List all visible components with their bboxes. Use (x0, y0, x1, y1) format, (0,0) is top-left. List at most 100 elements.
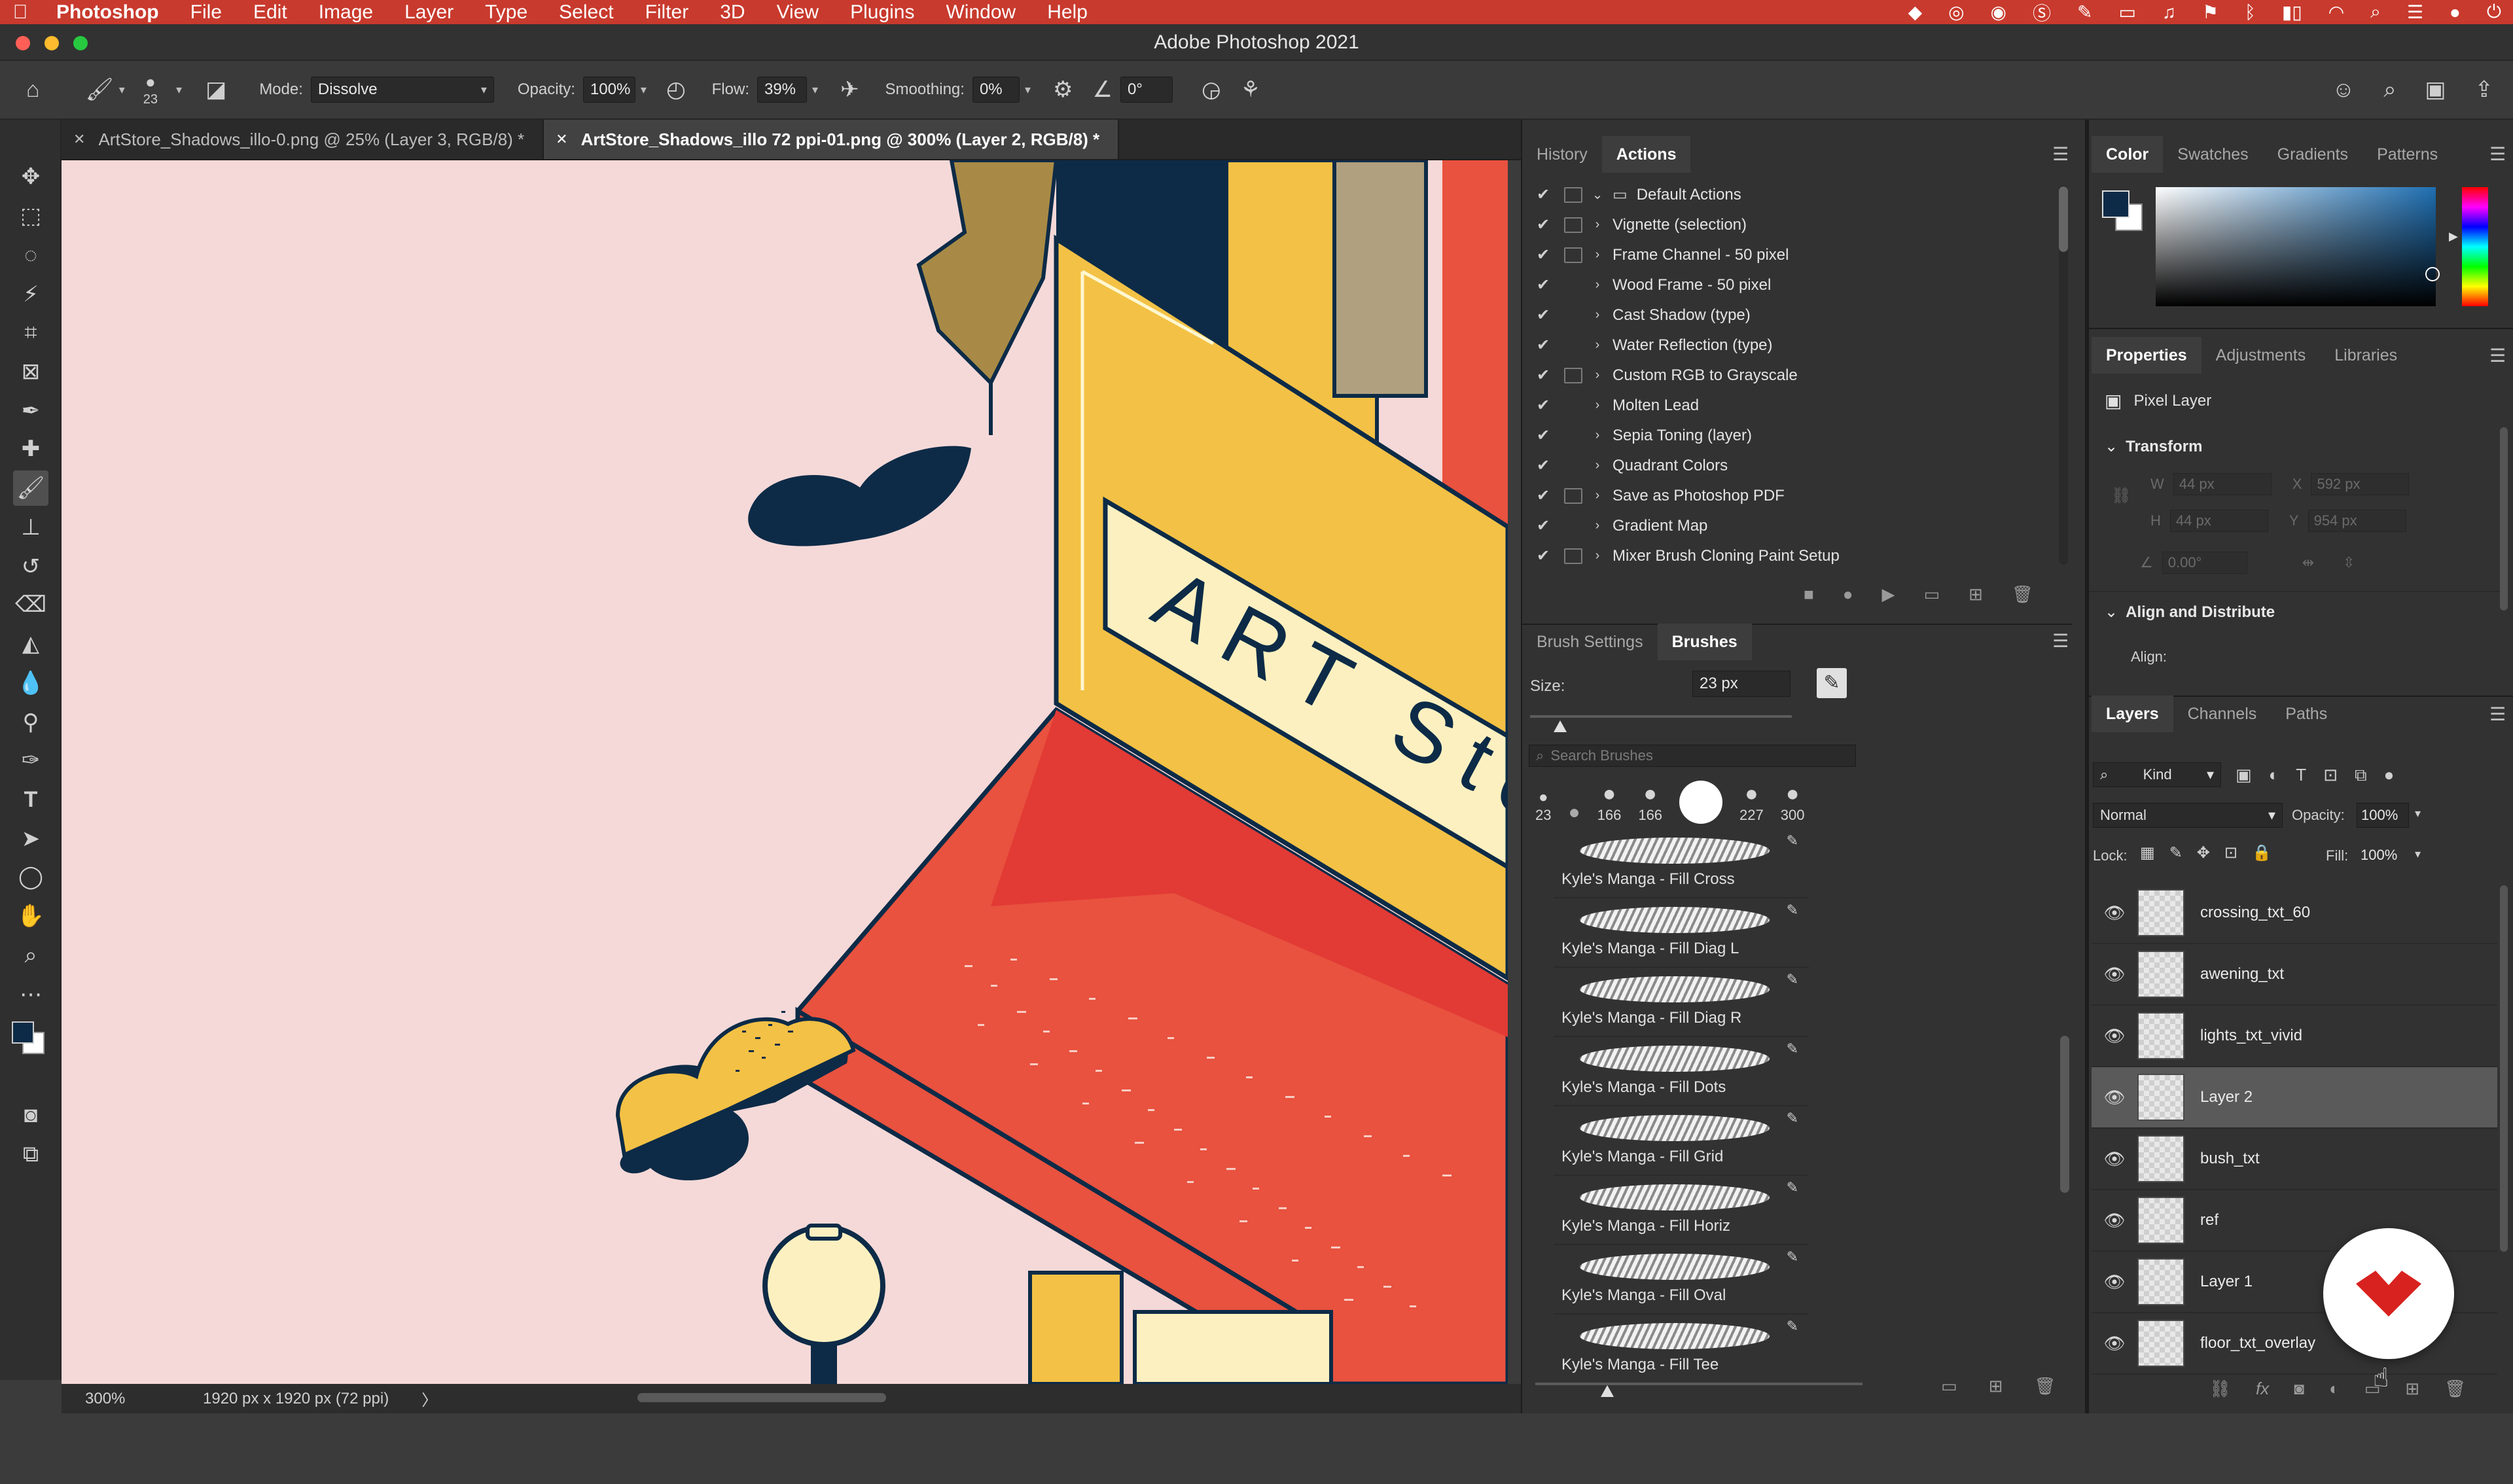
display-icon[interactable]: ▭ (2118, 1, 2135, 23)
pressure-opacity-toggle[interactable]: ◴ (666, 77, 686, 103)
layers-panel-menu-icon[interactable]: ☰ (2489, 703, 2506, 725)
flag-icon[interactable]: ⚑ (2202, 1, 2219, 23)
layer-opacity-chevron[interactable]: ▾ (2415, 807, 2421, 821)
airbrush-toggle[interactable]: ✈ (840, 77, 859, 103)
lock-artboard-icon[interactable]: ⊡ (2224, 843, 2237, 862)
menu-layer[interactable]: Layer (389, 1, 469, 24)
preset-227[interactable]: ● 227 (1739, 781, 1764, 824)
doc-tab-1[interactable]: ✕ ArtStore_Shadows_illo-0.png @ 25% (Laye… (62, 120, 544, 159)
check-icon[interactable]: ✔ (1530, 486, 1556, 505)
eye-icon[interactable]: 👁 (2092, 903, 2137, 923)
lock-transparency-icon[interactable]: ▦ (2140, 843, 2155, 862)
check-icon[interactable]: ✔ (1530, 185, 1556, 204)
brush-settings-toggle[interactable]: ◪ (205, 77, 226, 103)
stop-icon[interactable]: ■ (1804, 584, 1814, 605)
eye-icon[interactable]: 👁 (2092, 1026, 2137, 1046)
menu-plugins[interactable]: Plugins (834, 1, 930, 24)
lasso-tool[interactable]: ◌ (13, 238, 48, 273)
tab-paths[interactable]: Paths (2271, 696, 2342, 732)
color-panel-swatches[interactable] (2101, 189, 2147, 235)
dialog-toggle[interactable] (1564, 487, 1582, 504)
check-icon[interactable]: ✔ (1530, 516, 1556, 535)
filter-smart-icon[interactable]: ⧉ (2355, 765, 2367, 786)
brush-item[interactable]: ✎ Kyle's Manga - Fill Grid (1554, 1107, 1809, 1176)
dialog-toggle[interactable] (1564, 338, 1582, 353)
check-icon[interactable]: ✔ (1530, 396, 1556, 415)
brush-panel-menu-icon[interactable]: ☰ (2052, 630, 2069, 652)
brush-preview-slider-handle[interactable] (1601, 1385, 1614, 1397)
layer-row[interactable]: 👁 ref (2092, 1190, 2497, 1252)
doc-tab-2[interactable]: ✕ ArtStore_Shadows_illo 72 ppi-01.png @ 3… (544, 120, 1120, 159)
filter-type-icon[interactable]: T (2296, 765, 2306, 786)
play-icon[interactable]: ▶ (1881, 584, 1895, 605)
blur-tool[interactable]: 💧 (13, 665, 48, 701)
action-row[interactable]: ✔ › Water Reflection (type) (1530, 330, 2067, 360)
dialog-toggle[interactable] (1564, 398, 1582, 414)
action-row[interactable]: ✔ › Vignette (selection) (1530, 210, 2067, 239)
layers-scrollbar[interactable] (2500, 885, 2508, 1252)
more-tools[interactable]: ⋯ (13, 977, 48, 1012)
siri-icon[interactable]: ● (2450, 2, 2461, 23)
rotation-input[interactable]: 0.00° (2162, 552, 2247, 574)
app-icon[interactable]: ◉ (1991, 1, 2006, 23)
chevron-right-icon[interactable]: › (1582, 458, 1613, 473)
action-row[interactable]: ✔ › Save as Photoshop PDF (1530, 481, 2067, 510)
smoothing-chevron-icon[interactable]: ▾ (1025, 83, 1031, 97)
eye-icon[interactable]: 👁 (2092, 964, 2137, 985)
chevron-right-icon[interactable]: › (1582, 247, 1613, 262)
filter-pixel-icon[interactable]: ▣ (2236, 765, 2252, 786)
eyedropper-tool[interactable]: ✒ (13, 393, 48, 429)
new-group-folder-icon[interactable]: ▭ (1941, 1376, 1957, 1396)
tab-channels[interactable]: Channels (2173, 696, 2272, 732)
lock-all-icon[interactable]: 🔒 (2252, 843, 2272, 862)
move-tool[interactable]: ✥ (13, 159, 48, 194)
chevron-right-icon[interactable]: › (1582, 277, 1613, 292)
document-canvas[interactable]: ART StoR (62, 160, 1508, 1384)
close-icon[interactable]: ✕ (556, 131, 567, 148)
check-icon[interactable]: ✔ (1530, 215, 1556, 234)
check-icon[interactable]: ✔ (1530, 306, 1556, 325)
action-row[interactable]: ✔ › Wood Frame - 50 pixel (1530, 270, 2067, 300)
brush-size-input[interactable]: 23 px (1692, 671, 1791, 697)
action-row[interactable]: ✔›Save GIF (1530, 571, 2067, 573)
preset-soft[interactable]: ● (1568, 802, 1580, 824)
horizontal-scrollbar[interactable] (637, 1393, 886, 1402)
menu-file[interactable]: File (175, 1, 238, 24)
chevron-right-icon[interactable]: › (1582, 428, 1613, 443)
smoothing-input[interactable]: 0% (972, 77, 1020, 103)
layer-row[interactable]: 👁 crossing_txt_60 (2092, 883, 2497, 944)
crop-tool[interactable]: ⌗ (13, 315, 48, 350)
marquee-tool[interactable]: ⬚ (13, 198, 48, 234)
action-row[interactable]: ✔ › Cast Shadow (type) (1530, 300, 2067, 330)
menu-edit[interactable]: Edit (238, 1, 303, 24)
layer-style-button[interactable]: fx (2256, 1379, 2269, 1399)
color-swatches[interactable] (9, 1017, 52, 1057)
actions-scrollbar[interactable] (2059, 185, 2068, 565)
action-row[interactable]: ✔ › Sepia Toning (layer) (1530, 421, 2067, 450)
frame-tool[interactable]: ⊠ (13, 354, 48, 389)
tab-layers[interactable]: Layers (2092, 696, 2173, 732)
learn-icon[interactable]: ☺ (2332, 77, 2355, 103)
dialog-toggle[interactable] (1564, 247, 1582, 263)
opacity-chevron-icon[interactable]: ▾ (641, 83, 647, 97)
zoom-level[interactable]: 300% (85, 1390, 183, 1408)
preset-large[interactable] (1679, 781, 1723, 824)
panel-menu-icon[interactable]: ☰ (2052, 143, 2069, 165)
layer-row[interactable]: 👁 lights_txt_vivid (2092, 1006, 2497, 1067)
edit-brush-icon[interactable]: ✎ (1787, 1318, 1798, 1335)
pen-icon[interactable]: ✎ (2077, 1, 2092, 23)
status-menu-arrow[interactable]: 〉 (421, 1387, 437, 1410)
hue-slider-handle[interactable]: ▶ (2449, 230, 2458, 243)
menu-filter[interactable]: Filter (630, 1, 705, 24)
workspace-icon[interactable]: ▣ (2425, 77, 2446, 103)
menu-photoshop[interactable]: Photoshop (41, 1, 175, 24)
ellipse-tool[interactable]: ◯ (13, 859, 48, 894)
search-icon[interactable]: ⌕ (2370, 1, 2381, 23)
check-icon[interactable]: ✔ (1530, 245, 1556, 264)
w-input[interactable]: 44 px (2173, 473, 2272, 495)
path-selection-tool[interactable]: ➤ (13, 821, 48, 857)
headphones-icon[interactable]: ♫ (2162, 2, 2176, 23)
brush-item[interactable]: ✎ Kyle's Manga - Fill Tee (1554, 1315, 1809, 1384)
brush-tool-preset-picker[interactable]: 🖌 ▾ (86, 77, 125, 103)
color-panel-menu-icon[interactable]: ☰ (2489, 143, 2506, 165)
